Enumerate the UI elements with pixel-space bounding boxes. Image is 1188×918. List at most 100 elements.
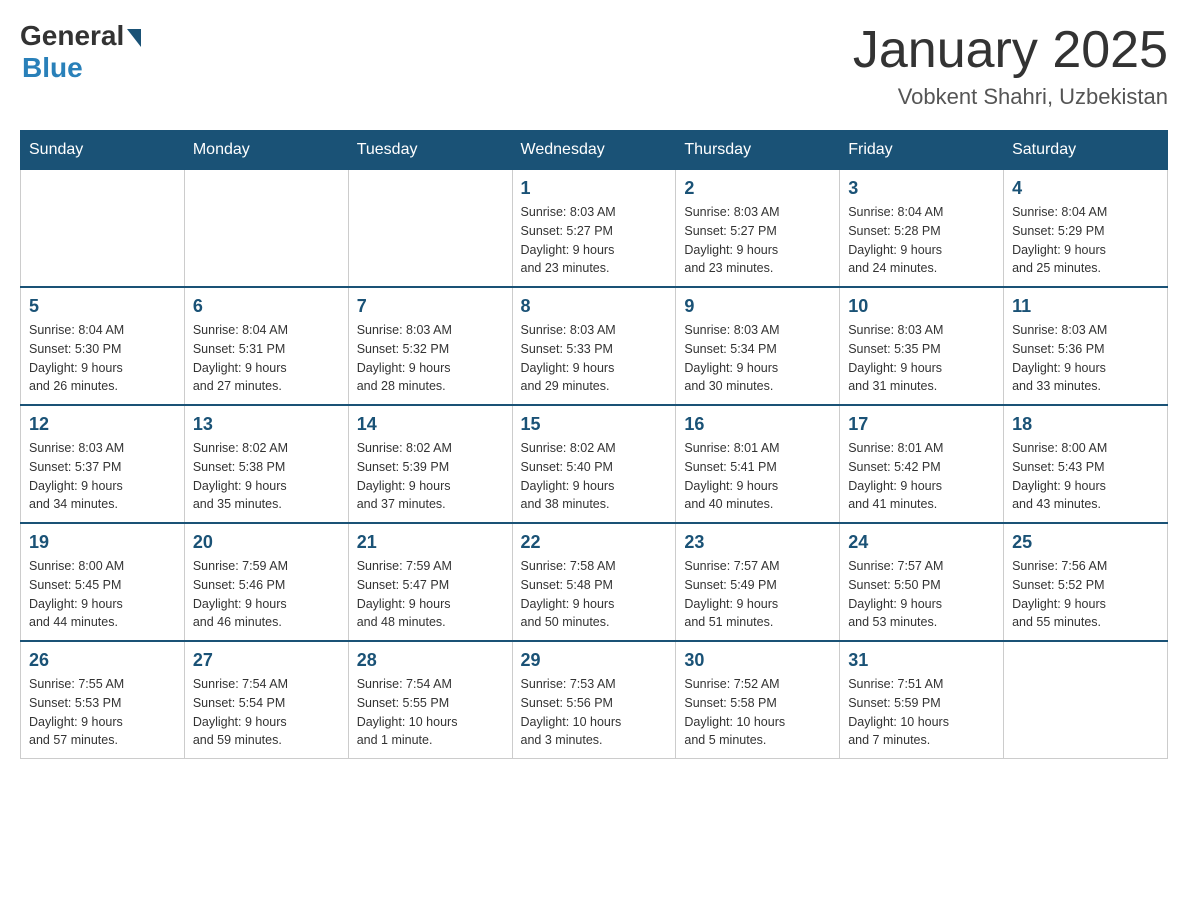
title-section: January 2025 Vobkent Shahri, Uzbekistan (853, 20, 1168, 110)
day-number: 6 (193, 296, 340, 317)
day-number: 21 (357, 532, 504, 553)
day-number: 22 (521, 532, 668, 553)
day-number: 31 (848, 650, 995, 671)
day-number: 30 (684, 650, 831, 671)
day-number: 8 (521, 296, 668, 317)
day-info: Sunrise: 7:54 AM Sunset: 5:55 PM Dayligh… (357, 675, 504, 750)
weekday-header-saturday: Saturday (1004, 131, 1168, 170)
day-info: Sunrise: 7:51 AM Sunset: 5:59 PM Dayligh… (848, 675, 995, 750)
day-number: 20 (193, 532, 340, 553)
day-info: Sunrise: 8:00 AM Sunset: 5:43 PM Dayligh… (1012, 439, 1159, 514)
calendar-week-row: 26 Sunrise: 7:55 AM Sunset: 5:53 PM Dayli… (21, 641, 1168, 759)
calendar-cell: 13 Sunrise: 8:02 AM Sunset: 5:38 PM Dayli… (184, 405, 348, 523)
day-number: 1 (521, 178, 668, 199)
day-info: Sunrise: 8:03 AM Sunset: 5:35 PM Dayligh… (848, 321, 995, 396)
month-title: January 2025 (853, 20, 1168, 80)
calendar-cell (1004, 641, 1168, 759)
day-number: 13 (193, 414, 340, 435)
calendar-cell: 3 Sunrise: 8:04 AM Sunset: 5:28 PM Daylig… (840, 170, 1004, 288)
day-info: Sunrise: 8:01 AM Sunset: 5:41 PM Dayligh… (684, 439, 831, 514)
day-info: Sunrise: 8:03 AM Sunset: 5:34 PM Dayligh… (684, 321, 831, 396)
calendar-cell: 22Sunrise: 7:58 AM Sunset: 5:48 PM Dayli… (512, 523, 676, 641)
day-number: 18 (1012, 414, 1159, 435)
calendar-cell: 19 Sunrise: 8:00 AM Sunset: 5:45 PM Dayli… (21, 523, 185, 641)
calendar-cell: 15Sunrise: 8:02 AM Sunset: 5:40 PM Dayli… (512, 405, 676, 523)
day-info: Sunrise: 7:52 AM Sunset: 5:58 PM Dayligh… (684, 675, 831, 750)
day-info: Sunrise: 8:03 AM Sunset: 5:32 PM Dayligh… (357, 321, 504, 396)
day-info: Sunrise: 7:59 AM Sunset: 5:46 PM Dayligh… (193, 557, 340, 632)
calendar-cell: 4 Sunrise: 8:04 AM Sunset: 5:29 PM Daylig… (1004, 170, 1168, 288)
day-number: 23 (684, 532, 831, 553)
day-number: 28 (357, 650, 504, 671)
logo: General Blue (20, 20, 141, 84)
calendar-week-row: 1 Sunrise: 8:03 AM Sunset: 5:27 PM Daylig… (21, 170, 1168, 288)
calendar-cell (184, 170, 348, 288)
day-info: Sunrise: 8:03 AM Sunset: 5:27 PM Dayligh… (521, 203, 668, 278)
day-number: 16 (684, 414, 831, 435)
calendar-week-row: 12Sunrise: 8:03 AM Sunset: 5:37 PM Dayli… (21, 405, 1168, 523)
calendar-cell (348, 170, 512, 288)
logo-blue-text: Blue (22, 52, 83, 84)
page-header: General Blue January 2025 Vobkent Shahri… (20, 20, 1168, 110)
weekday-header-sunday: Sunday (21, 131, 185, 170)
day-info: Sunrise: 8:03 AM Sunset: 5:36 PM Dayligh… (1012, 321, 1159, 396)
day-info: Sunrise: 8:04 AM Sunset: 5:28 PM Dayligh… (848, 203, 995, 278)
calendar-cell: 8Sunrise: 8:03 AM Sunset: 5:33 PM Daylig… (512, 287, 676, 405)
day-info: Sunrise: 8:01 AM Sunset: 5:42 PM Dayligh… (848, 439, 995, 514)
day-number: 25 (1012, 532, 1159, 553)
weekday-header-friday: Friday (840, 131, 1004, 170)
day-info: Sunrise: 7:57 AM Sunset: 5:49 PM Dayligh… (684, 557, 831, 632)
day-number: 2 (684, 178, 831, 199)
day-info: Sunrise: 7:59 AM Sunset: 5:47 PM Dayligh… (357, 557, 504, 632)
calendar-cell: 14 Sunrise: 8:02 AM Sunset: 5:39 PM Dayli… (348, 405, 512, 523)
day-info: Sunrise: 8:04 AM Sunset: 5:30 PM Dayligh… (29, 321, 176, 396)
logo-general-text: General (20, 20, 124, 52)
day-number: 10 (848, 296, 995, 317)
calendar-cell: 31 Sunrise: 7:51 AM Sunset: 5:59 PM Dayli… (840, 641, 1004, 759)
calendar-cell (21, 170, 185, 288)
day-number: 14 (357, 414, 504, 435)
calendar-cell: 5Sunrise: 8:04 AM Sunset: 5:30 PM Daylig… (21, 287, 185, 405)
day-number: 11 (1012, 296, 1159, 317)
calendar-cell: 21 Sunrise: 7:59 AM Sunset: 5:47 PM Dayli… (348, 523, 512, 641)
location-text: Vobkent Shahri, Uzbekistan (853, 84, 1168, 110)
calendar-cell: 24Sunrise: 7:57 AM Sunset: 5:50 PM Dayli… (840, 523, 1004, 641)
calendar-week-row: 19 Sunrise: 8:00 AM Sunset: 5:45 PM Dayli… (21, 523, 1168, 641)
calendar-cell: 7Sunrise: 8:03 AM Sunset: 5:32 PM Daylig… (348, 287, 512, 405)
calendar-cell: 30 Sunrise: 7:52 AM Sunset: 5:58 PM Dayli… (676, 641, 840, 759)
calendar-cell: 10 Sunrise: 8:03 AM Sunset: 5:35 PM Dayli… (840, 287, 1004, 405)
day-number: 26 (29, 650, 176, 671)
logo-arrow-icon (127, 29, 141, 47)
weekday-header-thursday: Thursday (676, 131, 840, 170)
day-info: Sunrise: 7:55 AM Sunset: 5:53 PM Dayligh… (29, 675, 176, 750)
day-number: 29 (521, 650, 668, 671)
day-number: 19 (29, 532, 176, 553)
day-number: 3 (848, 178, 995, 199)
day-number: 27 (193, 650, 340, 671)
day-info: Sunrise: 8:02 AM Sunset: 5:38 PM Dayligh… (193, 439, 340, 514)
calendar-cell: 16 Sunrise: 8:01 AM Sunset: 5:41 PM Dayli… (676, 405, 840, 523)
weekday-header-tuesday: Tuesday (348, 131, 512, 170)
calendar-cell: 11 Sunrise: 8:03 AM Sunset: 5:36 PM Dayli… (1004, 287, 1168, 405)
calendar-cell: 29Sunrise: 7:53 AM Sunset: 5:56 PM Dayli… (512, 641, 676, 759)
day-number: 4 (1012, 178, 1159, 199)
calendar-cell: 6Sunrise: 8:04 AM Sunset: 5:31 PM Daylig… (184, 287, 348, 405)
day-info: Sunrise: 8:03 AM Sunset: 5:27 PM Dayligh… (684, 203, 831, 278)
day-number: 17 (848, 414, 995, 435)
day-info: Sunrise: 8:04 AM Sunset: 5:29 PM Dayligh… (1012, 203, 1159, 278)
day-info: Sunrise: 7:57 AM Sunset: 5:50 PM Dayligh… (848, 557, 995, 632)
calendar-cell: 18 Sunrise: 8:00 AM Sunset: 5:43 PM Dayli… (1004, 405, 1168, 523)
calendar-cell: 1 Sunrise: 8:03 AM Sunset: 5:27 PM Daylig… (512, 170, 676, 288)
day-info: Sunrise: 8:00 AM Sunset: 5:45 PM Dayligh… (29, 557, 176, 632)
calendar-table: SundayMondayTuesdayWednesdayThursdayFrid… (20, 130, 1168, 759)
day-number: 12 (29, 414, 176, 435)
day-info: Sunrise: 7:54 AM Sunset: 5:54 PM Dayligh… (193, 675, 340, 750)
weekday-header-row: SundayMondayTuesdayWednesdayThursdayFrid… (21, 131, 1168, 170)
calendar-cell: 20 Sunrise: 7:59 AM Sunset: 5:46 PM Dayli… (184, 523, 348, 641)
day-number: 15 (521, 414, 668, 435)
calendar-cell: 25Sunrise: 7:56 AM Sunset: 5:52 PM Dayli… (1004, 523, 1168, 641)
day-info: Sunrise: 8:02 AM Sunset: 5:39 PM Dayligh… (357, 439, 504, 514)
calendar-week-row: 5Sunrise: 8:04 AM Sunset: 5:30 PM Daylig… (21, 287, 1168, 405)
calendar-cell: 26 Sunrise: 7:55 AM Sunset: 5:53 PM Dayli… (21, 641, 185, 759)
weekday-header-monday: Monday (184, 131, 348, 170)
